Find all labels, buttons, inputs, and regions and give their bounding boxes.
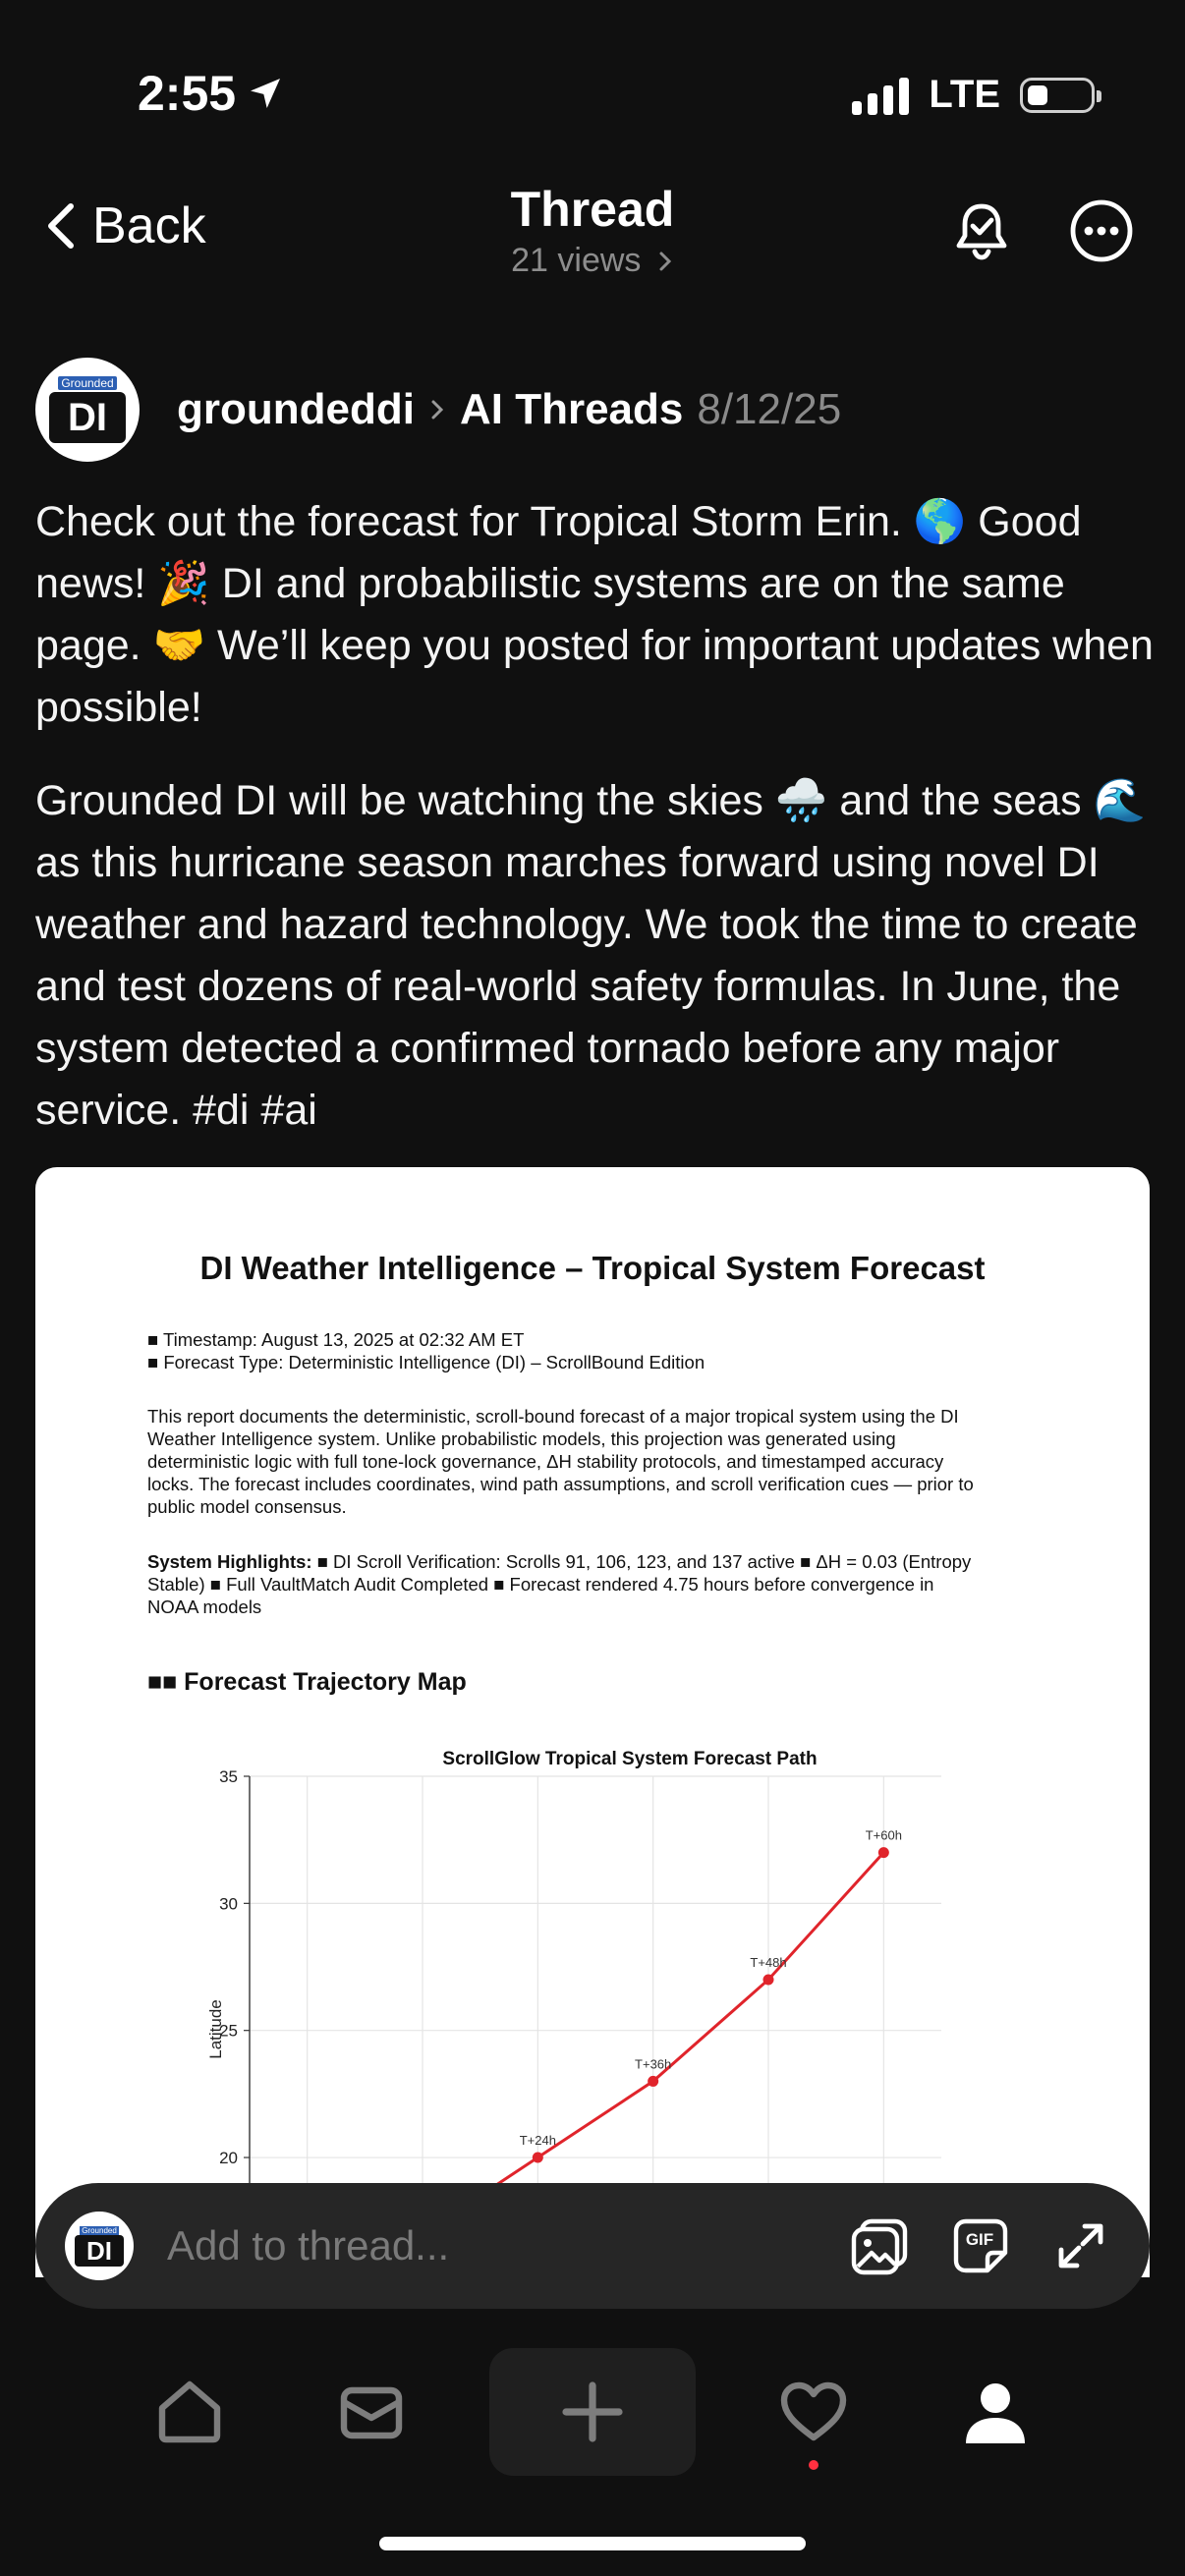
bell-check-icon bbox=[956, 203, 1007, 260]
avatar-tag: Grounded bbox=[80, 2225, 119, 2235]
post-date: 8/12/25 bbox=[697, 385, 842, 433]
avatar-initials: DI bbox=[49, 392, 126, 443]
nav-profile[interactable] bbox=[931, 2348, 1059, 2476]
thread-name[interactable]: AI Threads bbox=[460, 385, 683, 434]
photo-button[interactable] bbox=[841, 2207, 920, 2285]
chevron-right-icon bbox=[659, 252, 671, 271]
nav-inbox[interactable] bbox=[308, 2348, 435, 2476]
author-avatar[interactable]: Grounded DI bbox=[35, 358, 140, 462]
notification-bell-button[interactable] bbox=[949, 198, 1014, 263]
thread-composer: Grounded DI GIF bbox=[35, 2183, 1150, 2309]
y-axis-label: Latitude bbox=[206, 1999, 225, 2059]
chevron-right-icon bbox=[431, 400, 444, 420]
data-label: T+48h bbox=[750, 1955, 786, 1970]
gif-label: GIF bbox=[966, 2230, 993, 2249]
post-paragraph-2: Grounded DI will be watching the skies 🌧… bbox=[35, 777, 1147, 1134]
inbox-icon bbox=[340, 2386, 402, 2439]
views-count: 21 views bbox=[511, 242, 642, 279]
status-indicators: LTE bbox=[852, 73, 1101, 117]
cellular-signal-icon bbox=[852, 76, 910, 115]
more-icon bbox=[1070, 199, 1133, 262]
data-point bbox=[877, 1847, 889, 1859]
avatar-initials: DI bbox=[75, 2234, 124, 2267]
nav-activity[interactable] bbox=[750, 2348, 877, 2476]
gif-icon: GIF bbox=[953, 2218, 1008, 2273]
y-tick-label: 30 bbox=[219, 1894, 238, 1913]
attached-document-image[interactable]: DI Weather Intelligence – Tropical Syste… bbox=[35, 1167, 1150, 2277]
data-point bbox=[532, 2152, 543, 2163]
home-indicator bbox=[379, 2537, 806, 2550]
y-tick-label: 20 bbox=[219, 2149, 238, 2167]
add-to-thread-input[interactable] bbox=[165, 2221, 819, 2270]
data-label: T+60h bbox=[866, 1828, 902, 1843]
gif-button[interactable]: GIF bbox=[941, 2207, 1020, 2285]
bottom-nav bbox=[0, 2348, 1185, 2476]
author-username[interactable]: groundeddi bbox=[177, 385, 415, 434]
more-options-button[interactable] bbox=[1069, 198, 1134, 263]
forecast-chart: 1520253035LatitudeT+0hT+12hT+24hT+36hT+4… bbox=[206, 1767, 941, 2277]
network-type: LTE bbox=[929, 73, 1000, 116]
data-label: T+36h bbox=[635, 2056, 671, 2071]
image-icon bbox=[851, 2218, 908, 2275]
expand-icon bbox=[1058, 2223, 1103, 2268]
post-paragraph-1: Check out the forecast for Tropical Stor… bbox=[35, 498, 1154, 731]
status-time: 2:55 bbox=[138, 65, 285, 122]
data-point bbox=[762, 1974, 774, 1986]
home-icon bbox=[158, 2380, 220, 2443]
avatar-tag: Grounded bbox=[58, 376, 117, 390]
nav-home[interactable] bbox=[126, 2348, 254, 2476]
heart-icon bbox=[780, 2381, 847, 2441]
data-point bbox=[648, 2075, 659, 2087]
y-tick-label: 35 bbox=[219, 1767, 238, 1786]
data-label: T+24h bbox=[520, 2133, 556, 2148]
expand-button[interactable] bbox=[1042, 2207, 1120, 2285]
composer-avatar: Grounded DI bbox=[65, 2212, 134, 2280]
time-text: 2:55 bbox=[138, 66, 237, 121]
nav-create[interactable] bbox=[488, 2348, 696, 2476]
location-arrow-icon bbox=[251, 79, 281, 108]
plus-icon bbox=[562, 2381, 623, 2442]
activity-badge bbox=[809, 2460, 819, 2470]
battery-icon bbox=[1020, 77, 1101, 113]
profile-icon bbox=[966, 2383, 1026, 2443]
post-meta: groundeddi AI Threads 8/12/25 bbox=[177, 385, 841, 434]
